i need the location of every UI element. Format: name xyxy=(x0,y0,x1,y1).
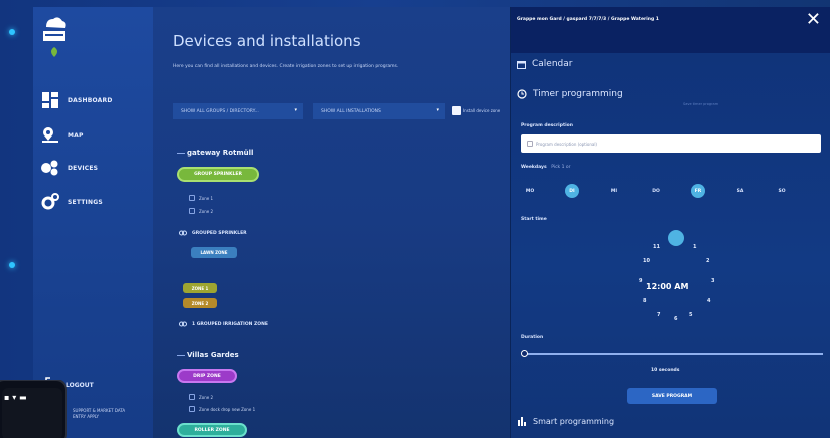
page-title: Devices and installations xyxy=(173,32,361,50)
logo-icon xyxy=(43,17,66,57)
zone-pill[interactable]: ZONE 1 xyxy=(183,283,217,293)
calendar-item[interactable]: Calendar xyxy=(517,59,572,69)
program-panel: Grappe mon Gard / gaspard 7/7/7/3 / Grap… xyxy=(510,7,830,438)
selected-time: 12:00 AM xyxy=(646,282,689,291)
group-sprinkler-pill[interactable]: GROUP SPRINKLER xyxy=(177,167,259,182)
clock-dial[interactable]: 11 1 10 2 9 3 8 4 7 5 6 xyxy=(631,230,716,322)
panel-header: Grappe mon Gard / gaspard 7/7/7/3 / Grap… xyxy=(511,7,830,53)
installations-filter-select[interactable]: SHOW ALL INSTALLATIONS ▾ xyxy=(313,103,445,119)
phone-device: ▪ ▾ ▬ xyxy=(0,380,67,438)
sidebar-item-label: SETTINGS xyxy=(68,198,103,206)
install-zone-checkbox[interactable] xyxy=(452,106,461,115)
sidebar: DASHBOARD MAP DEVICES SETTINGS LOGOUT SU… xyxy=(33,7,153,438)
group-row[interactable]: 1 GROUPED IRRIGATION ZONE xyxy=(179,320,268,328)
start-time-label: Start time xyxy=(521,217,547,222)
devices-icon xyxy=(41,159,59,177)
weekday-toggle[interactable]: MO xyxy=(523,184,537,198)
weekday-toggle[interactable]: FR xyxy=(691,184,705,198)
zone-pill[interactable]: ZONE 2 xyxy=(183,298,217,308)
sidebar-item-label: MAP xyxy=(68,131,84,139)
blue-light-dot xyxy=(9,262,15,268)
weekday-toggle[interactable]: MI xyxy=(607,184,621,198)
list-item[interactable]: Zone 1 xyxy=(189,195,213,201)
clock-selector[interactable] xyxy=(668,230,684,246)
save-program-button[interactable]: SAVE PROGRAM xyxy=(627,388,717,404)
dashboard-icon xyxy=(41,91,59,109)
weekday-toggle[interactable]: DI xyxy=(565,184,579,198)
program-description-label: Program description xyxy=(521,123,573,128)
support-text: SUPPORT & MARKET DATA ENTRY APPLY xyxy=(73,408,126,419)
roller-zone-pill[interactable]: ROLLER ZONE xyxy=(177,423,247,437)
sidebar-item-settings[interactable]: SETTINGS xyxy=(41,191,151,213)
sidebar-item-label: DASHBOARD xyxy=(68,96,113,104)
program-description-input[interactable]: Program description (optional) xyxy=(521,134,821,153)
faded-save-button[interactable]: Save timer program xyxy=(683,102,718,106)
drip-zone-pill[interactable]: DRIP ZONE xyxy=(177,369,237,383)
sidebar-item-devices[interactable]: DEVICES xyxy=(41,157,151,179)
calendar-icon xyxy=(517,60,526,69)
duration-value: 10 seconds xyxy=(651,368,680,373)
smart-icon xyxy=(518,417,526,426)
sidebar-item-map[interactable]: MAP xyxy=(41,124,151,146)
app-screen: DASHBOARD MAP DEVICES SETTINGS LOGOUT SU… xyxy=(33,7,830,438)
chevron-down-icon: ▾ xyxy=(294,107,297,113)
page-subtitle: Here you can find all installations and … xyxy=(173,64,399,69)
map-icon xyxy=(41,126,59,144)
chevron-down-icon: ▾ xyxy=(436,107,439,113)
weekday-toggle[interactable]: DO xyxy=(649,184,663,198)
weekday-toggle[interactable]: SO xyxy=(775,184,789,198)
blue-light-dot xyxy=(9,29,15,35)
group-row[interactable]: GROUPED SPRINKLER xyxy=(179,229,247,237)
smart-programming-item[interactable]: Smart programming xyxy=(517,416,614,426)
clock-icon xyxy=(517,89,527,99)
installation-header[interactable]: gateway Rotmüll xyxy=(177,149,253,157)
list-item[interactable]: Zone dock drop new Zone 1 xyxy=(189,406,255,412)
timer-programming-item[interactable]: Timer programming xyxy=(517,89,623,99)
link-icon xyxy=(179,230,187,236)
duration-label: Duration xyxy=(521,335,544,340)
checkbox-label: Install device zone xyxy=(463,108,501,113)
weekday-toggle[interactable]: SA xyxy=(733,184,747,198)
link-icon xyxy=(179,321,187,327)
edit-icon xyxy=(527,141,533,147)
installation-header[interactable]: Villas Gardes xyxy=(177,351,239,359)
photo-background: DASHBOARD MAP DEVICES SETTINGS LOGOUT SU… xyxy=(0,0,830,438)
duration-slider[interactable] xyxy=(523,353,823,355)
gear-icon xyxy=(41,193,59,211)
weekdays-label: Weekdays Pick 1 or xyxy=(521,165,571,170)
logout-label: LOGOUT xyxy=(66,381,94,389)
sidebar-item-label: DEVICES xyxy=(68,164,99,172)
groups-filter-select[interactable]: SHOW ALL GROUPS / DIRECTORY... ▾ xyxy=(173,103,303,119)
svg-text:▪ ▾ ▬: ▪ ▾ ▬ xyxy=(4,393,27,402)
lawn-zone-pill[interactable]: LAWN ZONE xyxy=(191,247,237,258)
main-content: Devices and installations Here you can f… xyxy=(153,7,510,438)
panel-title: Grappe mon Gard / gaspard 7/7/7/3 / Grap… xyxy=(517,17,659,22)
duration-slider-handle[interactable] xyxy=(521,350,528,357)
list-item[interactable]: Zone 2 xyxy=(189,208,213,214)
list-item[interactable]: Zone 2 xyxy=(189,394,213,400)
close-icon[interactable]: ✕ xyxy=(806,9,821,31)
sidebar-item-dashboard[interactable]: DASHBOARD xyxy=(41,89,151,111)
